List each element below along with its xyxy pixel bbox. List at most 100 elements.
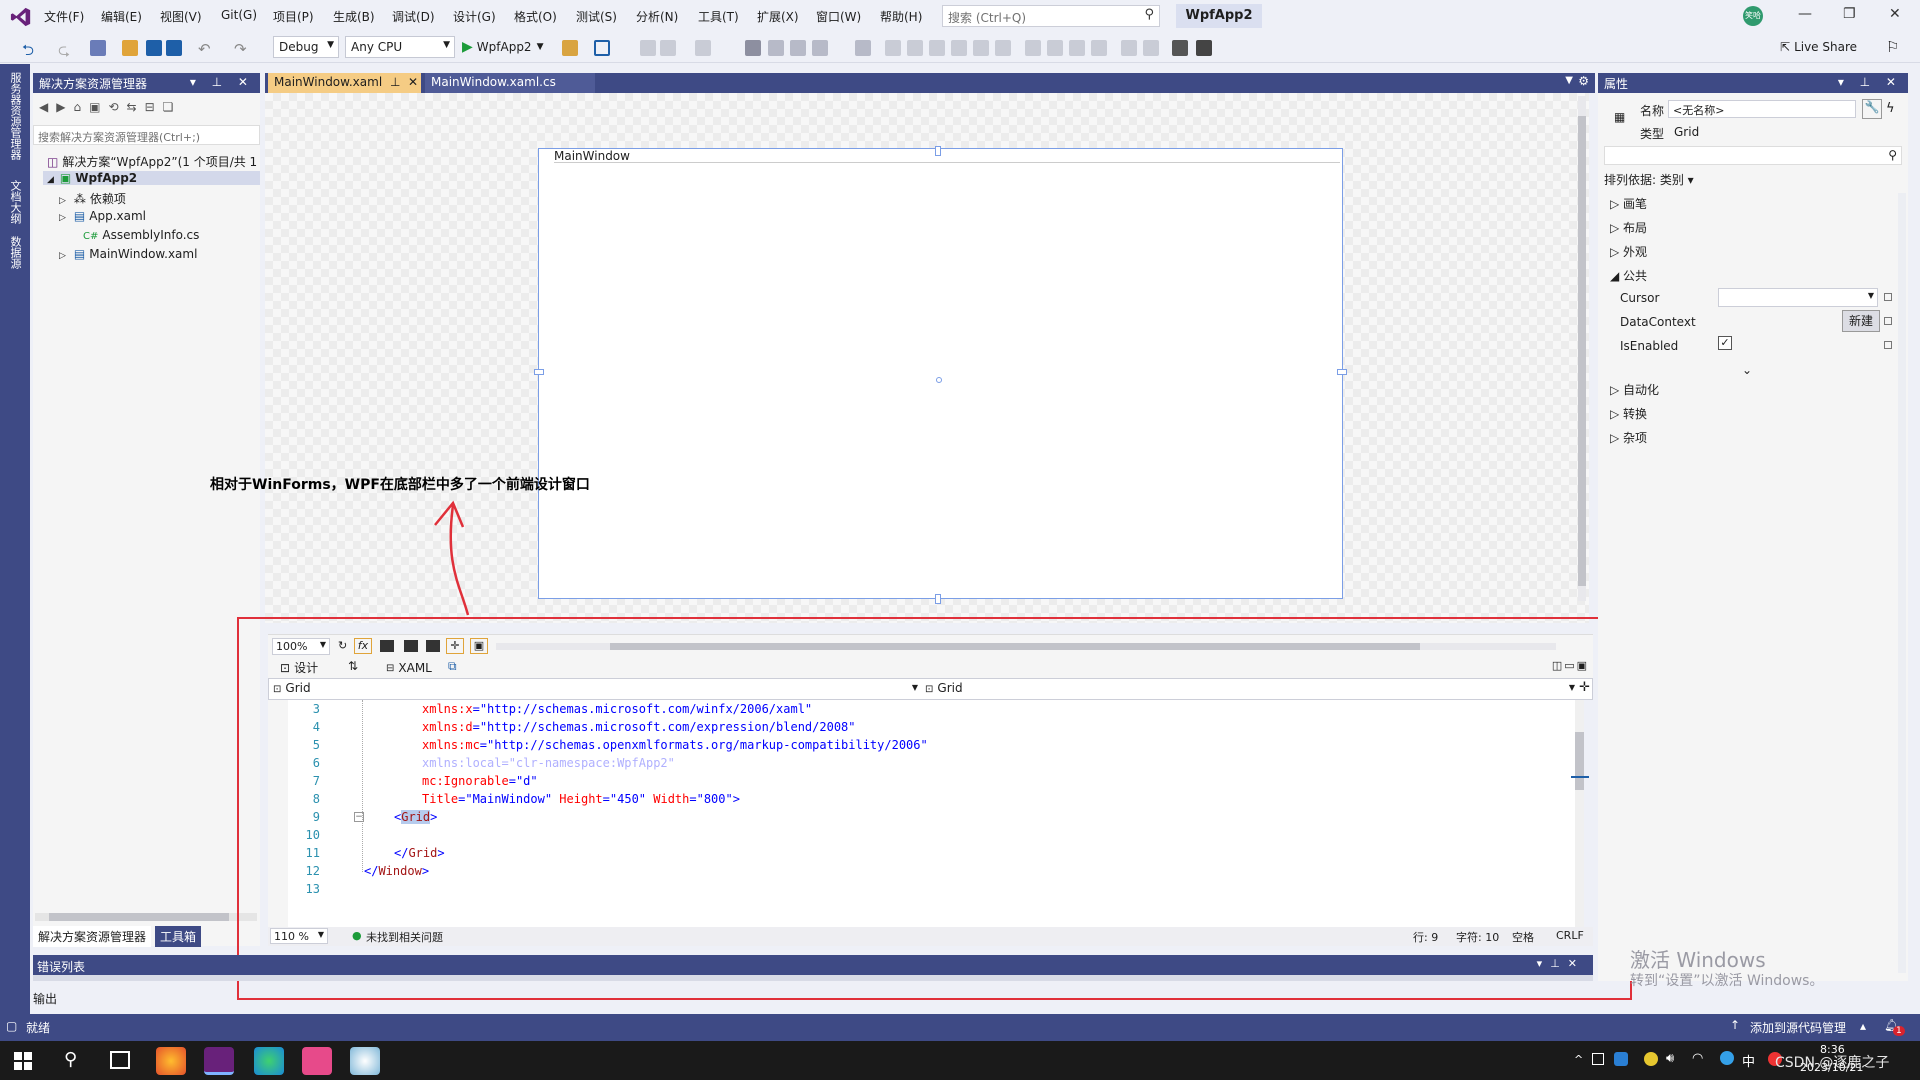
property-marker-icon[interactable]	[1884, 341, 1892, 349]
sync-icon[interactable]: ⇆	[127, 100, 137, 114]
tab-toolbox[interactable]: 工具箱	[155, 925, 202, 947]
settings-gear-icon[interactable]: ⚙	[1578, 74, 1589, 88]
size-to-grid-icon[interactable]	[1091, 40, 1107, 56]
menu-edit[interactable]: 编辑(E)	[101, 8, 142, 25]
search-input[interactable]: 搜索 (Ctrl+Q) ⚲	[942, 5, 1160, 27]
error-list-header[interactable]: 错误列表 ▾⊥✕	[33, 955, 1593, 975]
restore-icon[interactable]: ❐	[1843, 6, 1856, 22]
home-icon[interactable]: ⌂	[73, 100, 81, 114]
layout-align-icon[interactable]	[855, 40, 871, 56]
category-transform[interactable]: ▷ 转换	[1610, 405, 1647, 422]
menu-window[interactable]: 窗口(W)	[816, 8, 861, 25]
resize-handle-right[interactable]	[1337, 369, 1347, 375]
tree-dependencies-node[interactable]: ▷ ⁂ 依赖项	[59, 190, 126, 207]
category-layout[interactable]: ▷ 布局	[1610, 219, 1647, 236]
tab-solution-explorer[interactable]: 解决方案资源管理器	[33, 925, 152, 947]
tray-chevron-icon[interactable]: ^	[1574, 1053, 1583, 1066]
task-view-icon[interactable]	[110, 1051, 130, 1069]
resize-handle-left[interactable]	[534, 369, 544, 375]
windows-start-icon[interactable]	[14, 1052, 32, 1070]
menu-git[interactable]: Git(G)	[221, 8, 257, 22]
visual-studio-taskbar-icon[interactable]	[204, 1047, 234, 1075]
tree-mainwindow-node[interactable]: ▷ ▤ MainWindow.xaml	[59, 247, 197, 261]
category-appearance[interactable]: ▷ 外观	[1610, 243, 1647, 260]
category-common[interactable]: ◢ 公共	[1610, 267, 1647, 284]
bird-app-taskbar-icon[interactable]	[350, 1047, 380, 1075]
tree-app-xaml-node[interactable]: ▷ ▤ App.xaml	[59, 209, 146, 223]
browse-icon[interactable]	[562, 40, 578, 56]
tab-mainwindow-xaml[interactable]: MainWindow.xaml ⊥ ✕	[268, 73, 421, 93]
category-misc[interactable]: ▷ 杂项	[1610, 429, 1647, 446]
menu-design[interactable]: 设计(G)	[453, 8, 496, 25]
undo-icon[interactable]: ↶	[198, 40, 214, 58]
data-sources-tab[interactable]: 数据源	[7, 236, 23, 269]
properties-wrench-icon[interactable]: 🔧	[1862, 99, 1882, 119]
edge-taskbar-icon[interactable]	[254, 1047, 284, 1075]
menu-test[interactable]: 测试(S)	[576, 8, 617, 25]
expand-more-icon[interactable]: ⌄	[1742, 363, 1752, 377]
navigate-forward-icon[interactable]: ⮎	[58, 40, 74, 59]
resize-handle-top[interactable]	[935, 146, 941, 156]
align-bottoms-icon[interactable]	[995, 40, 1011, 56]
switch-views-icon[interactable]: ▣	[89, 100, 100, 114]
align-left-icon[interactable]	[640, 40, 656, 56]
close-window-icon[interactable]: ✕	[1889, 6, 1901, 22]
menu-analyze[interactable]: 分析(N)	[636, 8, 678, 25]
volume-icon[interactable]: 🔊︎	[1666, 1051, 1674, 1066]
back-icon[interactable]: ◀	[39, 100, 48, 114]
firefox-taskbar-icon[interactable]	[156, 1047, 186, 1075]
category-automation[interactable]: ▷ 自动化	[1610, 381, 1659, 398]
panel-pin-close-icons[interactable]: ▾ ⊥ ✕	[1838, 75, 1902, 89]
panel-pin-close-icons[interactable]: ▾ ⊥ ✕	[190, 75, 254, 89]
align-lefts-icon[interactable]	[885, 40, 901, 56]
tree-assemblyinfo-node[interactable]: C# AssemblyInfo.cs	[83, 228, 199, 242]
properties-scrollbar[interactable]	[1898, 193, 1906, 973]
menu-project[interactable]: 项目(P)	[273, 8, 314, 25]
align-centers-icon[interactable]	[907, 40, 923, 56]
new-project-icon[interactable]	[90, 40, 106, 56]
live-share-button[interactable]: ⇱ Live Share	[1780, 40, 1857, 54]
menu-build[interactable]: 生成(B)	[333, 8, 375, 25]
show-all-files-icon[interactable]: ❏	[163, 100, 174, 114]
ime-indicator[interactable]: 中	[1742, 1051, 1755, 1070]
horizontal-spacing-icon[interactable]	[1121, 40, 1137, 56]
solution-platform-select[interactable]: Any CPU ▼	[345, 36, 455, 58]
cursor-select[interactable]: ▼	[1718, 288, 1878, 307]
save-all-icon[interactable]	[166, 40, 182, 56]
menu-help[interactable]: 帮助(H)	[880, 8, 922, 25]
network-icon[interactable]	[1720, 1051, 1734, 1065]
document-outline-tab[interactable]: 文档大纲	[7, 180, 23, 224]
solution-configuration-select[interactable]: Debug ▼	[273, 36, 339, 58]
navigate-back-icon[interactable]: ⮌	[22, 40, 38, 59]
bookmark-icon[interactable]	[745, 40, 761, 56]
wpf-window-preview[interactable]: MainWindow	[534, 146, 1347, 604]
make-same-size-icon[interactable]	[1069, 40, 1085, 56]
menu-debug[interactable]: 调试(D)	[392, 8, 435, 25]
clear-bookmarks-icon[interactable]	[812, 40, 828, 56]
property-marker-icon[interactable]	[1884, 317, 1892, 325]
properties-search-input[interactable]: ⚲	[1604, 146, 1902, 165]
designer-vertical-scrollbar[interactable]	[1578, 96, 1586, 601]
start-debugging-button[interactable]: ▶ WpfApp2 ▼	[462, 39, 544, 55]
events-lightning-icon[interactable]: ϟ	[1886, 101, 1895, 116]
monitor-app-taskbar-icon[interactable]	[302, 1047, 332, 1075]
menu-extensions[interactable]: 扩展(X)	[757, 8, 799, 25]
horizontal-scrollbar[interactable]	[35, 913, 257, 921]
pending-changes-icon[interactable]: ⟲	[108, 100, 118, 114]
align-tops-icon[interactable]	[951, 40, 967, 56]
element-name-input[interactable]: <无名称>	[1668, 100, 1856, 118]
resize-handle-bottom[interactable]	[935, 594, 941, 604]
menu-file[interactable]: 文件(F)	[44, 8, 84, 25]
tray-app-icon[interactable]	[1614, 1052, 1628, 1066]
menu-view[interactable]: 视图(V)	[160, 8, 202, 25]
make-same-width-icon[interactable]	[1025, 40, 1041, 56]
tab-order-icon[interactable]	[1172, 40, 1188, 56]
minimize-icon[interactable]: —	[1798, 6, 1812, 22]
indent-icon[interactable]	[695, 40, 711, 56]
server-explorer-tab[interactable]: 服务器资源管理器	[7, 72, 23, 160]
solution-search-input[interactable]: 搜索解决方案资源管理器(Ctrl+;)	[33, 125, 260, 145]
panel-pin-close-icons[interactable]: ▾⊥✕	[1537, 957, 1585, 970]
tab-mainwindow-xaml-cs[interactable]: MainWindow.xaml.cs	[425, 73, 595, 93]
pin-icon[interactable]: ⊥	[390, 75, 400, 89]
vertical-spacing-icon[interactable]	[1143, 40, 1159, 56]
